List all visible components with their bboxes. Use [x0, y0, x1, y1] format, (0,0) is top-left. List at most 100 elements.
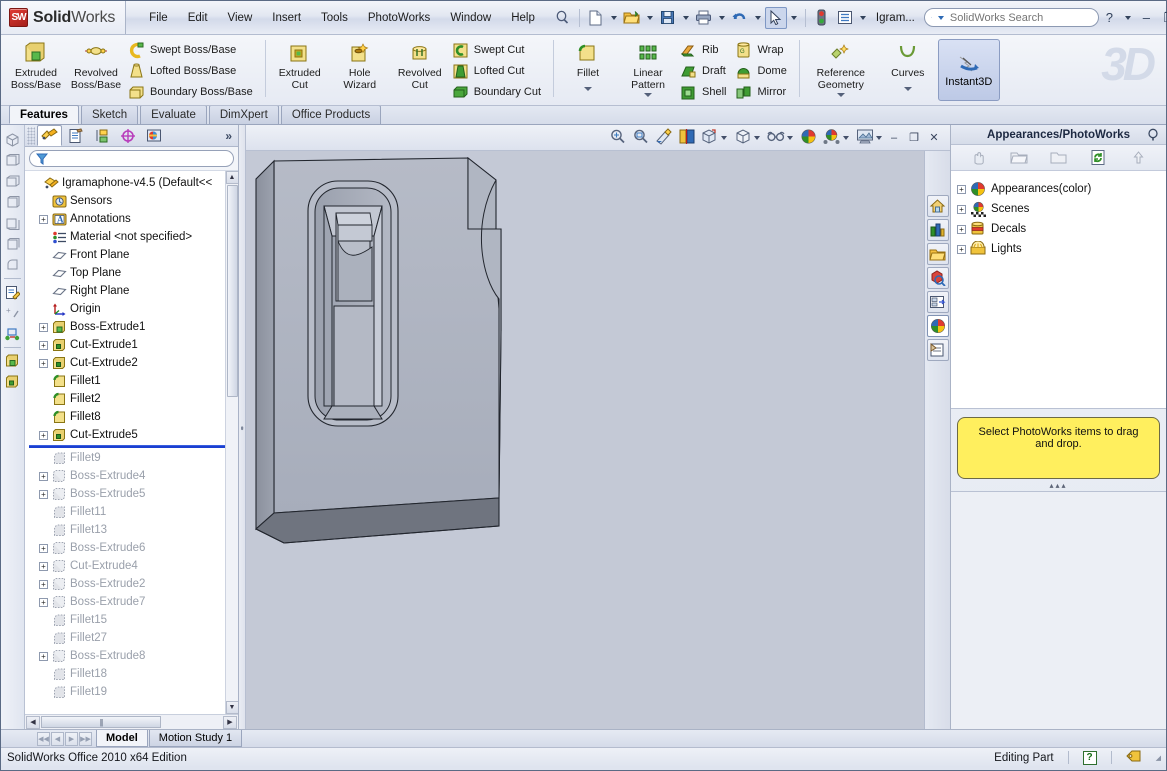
expand-icon[interactable]: +	[39, 358, 48, 368]
feature-tree-vertical-scrollbar[interactable]: ▲ ▼	[225, 171, 238, 714]
fm-tab-display-manager[interactable]	[141, 125, 166, 146]
undo-icon[interactable]	[729, 7, 751, 29]
lofted-cut-button[interactable]: Lofted Cut	[450, 61, 548, 81]
tree-item-boss-extrude1[interactable]: + Boss-Extrude1	[29, 318, 238, 336]
tree-item-fillet18[interactable]: Fillet18	[29, 665, 238, 683]
options-caret-icon[interactable]	[859, 15, 866, 20]
section-view-button[interactable]	[675, 127, 698, 149]
bottom-view-icon[interactable]	[3, 213, 23, 233]
expand-icon[interactable]: +	[39, 579, 48, 589]
lofted-boss-base-button[interactable]: Lofted Boss/Base	[126, 61, 260, 81]
view-settings-caret-icon[interactable]	[876, 135, 882, 140]
rp-refresh-button[interactable]	[1087, 147, 1109, 169]
document-close-button[interactable]: ✕	[926, 130, 942, 146]
tree-item-fillet13[interactable]: Fillet13	[29, 521, 238, 539]
tree-item-boss-extrude4[interactable]: + Boss-Extrude4	[29, 467, 238, 485]
rp-up-level-button[interactable]	[1127, 147, 1149, 169]
menu-tools[interactable]: Tools	[312, 9, 357, 27]
view-orientation-caret-icon[interactable]	[721, 135, 727, 140]
expand-icon[interactable]: +	[39, 471, 48, 481]
horizontal-scroll-thumb[interactable]: |||	[41, 716, 161, 728]
tree-item-cut-extrude5[interactable]: + Cut-Extrude5	[29, 426, 238, 444]
add-dimension-icon[interactable]: +	[3, 303, 23, 323]
scroll-left-arrow-icon[interactable]: ◀	[26, 715, 40, 729]
bottom-tab-model[interactable]: Model	[96, 730, 148, 747]
view-orientation-button[interactable]	[698, 127, 721, 149]
expand-icon[interactable]: +	[39, 597, 48, 607]
tree-item-boss-extrude5[interactable]: + Boss-Extrude5	[29, 485, 238, 503]
select-cursor-icon[interactable]	[764, 6, 787, 29]
rib-button[interactable]: Rib	[678, 40, 733, 60]
tag-icon[interactable]	[1125, 749, 1142, 766]
task-pane-view-palette[interactable]	[926, 291, 949, 313]
tree-item-boss-extrude6[interactable]: + Boss-Extrude6	[29, 539, 238, 557]
curves-dropdown-icon[interactable]	[903, 86, 912, 91]
draft-button[interactable]: Draft	[678, 61, 733, 81]
fillet-button[interactable]: Fillet	[558, 38, 618, 91]
tree-item-material[interactable]: Material <not specified>	[29, 228, 238, 246]
fm-tabs-overflow[interactable]: »	[225, 129, 232, 143]
tree-item-top-plane[interactable]: Top Plane	[29, 264, 238, 282]
tree-item-fillet9[interactable]: Fillet9	[29, 449, 238, 467]
rp-item-appearances-color[interactable]: + Appearances(color)	[957, 179, 1166, 199]
minimize-button[interactable]: –	[1136, 8, 1157, 27]
revolved-cut-button[interactable]: Revolved Cut	[390, 38, 450, 91]
tab-features[interactable]: Features	[9, 105, 79, 124]
revolved-boss-base-button[interactable]: Revolved Boss/Base	[66, 38, 126, 91]
feature-filter-box[interactable]	[29, 150, 234, 167]
hide-show-items-button[interactable]	[764, 127, 787, 149]
part-model-3d[interactable]	[246, 151, 946, 671]
task-pane-solidworks-resources[interactable]	[926, 195, 949, 217]
fillet-dropdown-icon[interactable]	[584, 86, 592, 91]
tree-item-boss-extrude2[interactable]: + Boss-Extrude2	[29, 575, 238, 593]
options-icon[interactable]	[834, 7, 856, 29]
tab-nav-button-1[interactable]: ◀	[51, 731, 64, 746]
tab-evaluate[interactable]: Evaluate	[140, 105, 207, 124]
swept-cut-button[interactable]: Swept Cut	[450, 40, 548, 60]
relations-icon[interactable]	[3, 324, 23, 344]
fm-tab-configuration-manager[interactable]	[89, 125, 114, 146]
dome-button[interactable]: Dome	[733, 61, 793, 81]
rp-item-decals[interactable]: + Decals	[957, 219, 1166, 239]
rp-item-lights[interactable]: + Lights	[957, 239, 1166, 259]
linear-pattern-button[interactable]: Linear Pattern	[618, 38, 678, 97]
normal-to-view-icon[interactable]	[3, 255, 23, 275]
open-document-caret-icon[interactable]	[646, 15, 653, 20]
tree-item-sensors[interactable]: Sensors	[29, 192, 238, 210]
tab-office-products[interactable]: Office Products	[280, 105, 382, 124]
linear-pattern-dropdown-icon[interactable]	[644, 93, 652, 97]
reference-geometry-button[interactable]: Reference Geometry	[804, 38, 878, 97]
expand-icon[interactable]: +	[39, 340, 48, 350]
expand-icon[interactable]: +	[39, 430, 48, 440]
menu-edit[interactable]: Edit	[179, 9, 217, 27]
boundary-boss-base-button[interactable]: Boundary Boss/Base	[126, 82, 260, 102]
display-style-caret-icon[interactable]	[754, 135, 760, 140]
tree-item-cut-extrude4[interactable]: + Cut-Extrude4	[29, 557, 238, 575]
tab-dimxpert[interactable]: DimXpert	[208, 105, 279, 124]
tab-nav-button-3[interactable]: ▶▶	[79, 731, 92, 746]
swept-boss-base-button[interactable]: Swept Boss/Base	[126, 40, 260, 60]
undo-caret-icon[interactable]	[754, 15, 761, 20]
task-pane-appearances[interactable]	[926, 315, 949, 337]
menu-file[interactable]: File	[140, 9, 177, 27]
extruded-boss-shortcut-icon[interactable]	[3, 351, 23, 371]
restore-button[interactable]: ❐	[1159, 8, 1167, 27]
3d-viewport[interactable]: X Z Y	[246, 151, 950, 729]
expand-icon[interactable]: +	[957, 224, 966, 234]
hole-wizard-button[interactable]: Hole Wizard	[330, 38, 390, 91]
new-document-icon[interactable]	[585, 7, 607, 29]
menu-help[interactable]: Help	[502, 9, 544, 27]
rollback-bar[interactable]	[29, 445, 238, 448]
tree-item-fillet1[interactable]: Fillet1	[29, 372, 238, 390]
menu-window[interactable]: Window	[441, 9, 500, 27]
menu-photoworks[interactable]: PhotoWorks	[359, 9, 439, 27]
edit-sketch-icon[interactable]	[3, 282, 23, 302]
tree-root[interactable]: Igramaphone-v4.5 (Default<<	[29, 174, 238, 192]
tree-item-front-plane[interactable]: Front Plane	[29, 246, 238, 264]
task-pane-search[interactable]	[926, 267, 949, 289]
fm-tab-dimxpert-manager[interactable]	[115, 125, 140, 146]
extruded-cut-shortcut-icon[interactable]	[3, 372, 23, 392]
help-caret-icon[interactable]	[1124, 15, 1131, 20]
select-caret-icon[interactable]	[790, 15, 797, 20]
print-icon[interactable]	[693, 7, 715, 29]
